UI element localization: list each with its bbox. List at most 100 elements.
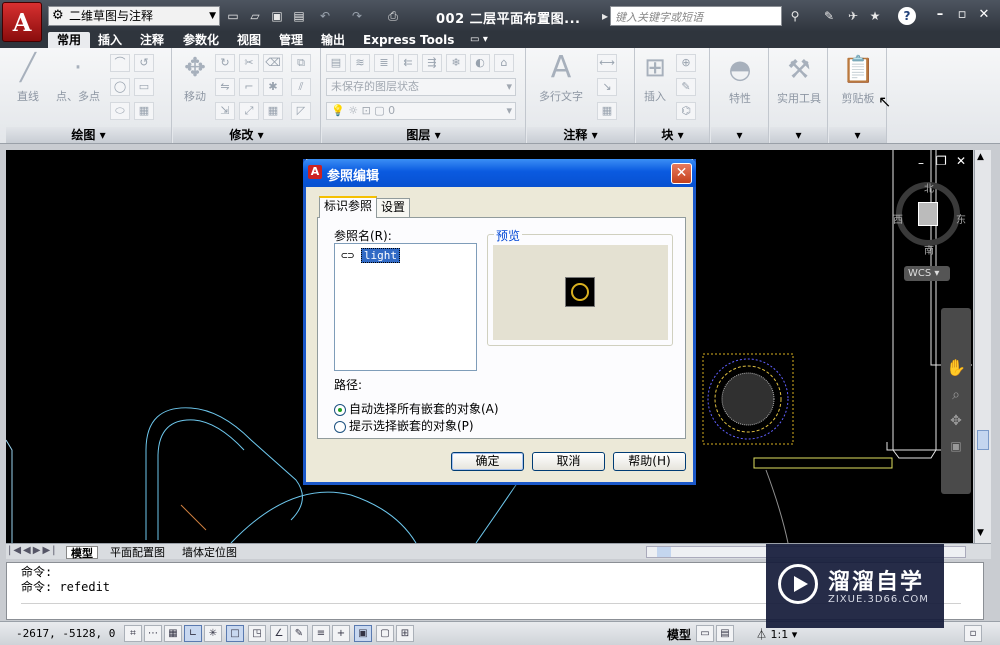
create-block-icon[interactable]: ⊕ xyxy=(676,54,696,72)
circle-icon[interactable]: ◯ xyxy=(110,78,130,96)
tab-nav-arrows[interactable]: |◀◀▶▶| xyxy=(8,545,58,556)
ribbon-options-icon[interactable]: ▭ ▾ xyxy=(470,32,488,48)
ducs-icon[interactable]: ∠ xyxy=(270,625,288,642)
osnap-icon[interactable]: □ xyxy=(226,625,244,642)
app-menu-button[interactable]: A xyxy=(2,2,42,42)
viewcube-south[interactable]: 南 xyxy=(924,242,934,257)
polar-icon[interactable]: ✳ xyxy=(204,625,222,642)
clipboard-button[interactable]: 📋 剪贴板 xyxy=(833,54,883,106)
option-auto-select[interactable]: 自动选择所有嵌套的对象(A) xyxy=(334,400,499,417)
restore-button[interactable]: ▫ xyxy=(952,4,972,26)
current-layer-dropdown[interactable]: 💡 ☼ ⊡ ▢ 0 ▾ xyxy=(326,102,516,120)
panel-block-title[interactable]: 块 ▾ xyxy=(636,127,709,143)
lineweight-icon[interactable]: ≡ xyxy=(312,625,330,642)
layer-properties-icon[interactable]: ▤ xyxy=(326,54,346,72)
pan-icon[interactable]: ✋ xyxy=(941,358,971,377)
otrack-icon[interactable]: ◳ xyxy=(248,625,266,642)
fillet-icon[interactable]: ⌐ xyxy=(239,78,259,96)
minimize-button[interactable]: – xyxy=(930,4,950,26)
snap-mode-icon[interactable]: ⋯ xyxy=(144,625,162,642)
radio-unchecked[interactable] xyxy=(334,420,346,433)
offset-icon[interactable]: ⫽ xyxy=(291,78,311,96)
scroll-down-arrow[interactable]: ▼ xyxy=(977,528,984,538)
viewcube-face[interactable] xyxy=(918,202,938,226)
dyn-input-icon[interactable]: ✎ xyxy=(290,625,308,642)
dialog-close-button[interactable]: ✕ xyxy=(671,163,692,184)
tab-settings[interactable]: 设置 xyxy=(376,198,411,217)
rotate-icon[interactable]: ↻ xyxy=(215,54,235,72)
insert-block-button[interactable]: ⊞ 插入 xyxy=(638,52,672,104)
trim-icon[interactable]: ✂ xyxy=(239,54,259,72)
erase-icon[interactable]: ⌫ xyxy=(263,54,283,72)
viewport-minimize-icon[interactable]: – xyxy=(918,156,924,170)
copy-icon[interactable]: ⧉ xyxy=(291,54,311,72)
panel-utilities-expand[interactable]: ▾ xyxy=(770,127,827,143)
tab-layout-plan[interactable]: 平面配置图 xyxy=(106,546,169,559)
search-input[interactable]: 键入关键字或短语 xyxy=(610,6,782,26)
radio-checked[interactable] xyxy=(334,403,346,416)
help-button[interactable]: 帮助(H) xyxy=(613,452,686,471)
scale-icon[interactable]: ⤢ xyxy=(239,102,259,120)
cancel-button[interactable]: 取消 xyxy=(532,452,605,471)
tab-annotate[interactable]: 注释 xyxy=(140,32,164,48)
star-icon[interactable]: ★ xyxy=(866,7,884,25)
arc-icon[interactable]: ↺ xyxy=(134,54,154,72)
viewport-close-icon[interactable]: ✕ xyxy=(956,154,966,168)
annotation-monitor-icon[interactable]: ⊞ xyxy=(396,625,414,642)
ok-button[interactable]: 确定 xyxy=(451,452,524,471)
new-file-icon[interactable]: ▭ xyxy=(224,7,242,25)
viewcube-east[interactable]: 东 xyxy=(956,211,966,226)
grid-icon[interactable]: ▦ xyxy=(164,625,182,642)
tab-layout-wall[interactable]: 墙体定位图 xyxy=(178,546,241,559)
viewcube-north[interactable]: 北 xyxy=(924,180,934,195)
quick-view-layouts-icon[interactable]: ▭ xyxy=(696,625,714,642)
reference-item[interactable]: ⊂⊃ light xyxy=(341,248,400,264)
tab-home[interactable]: 常用 xyxy=(48,32,91,48)
panel-properties-expand[interactable]: ▾ xyxy=(711,127,768,143)
panel-clipboard-expand[interactable]: ▾ xyxy=(829,127,886,143)
viewport-restore-icon[interactable]: ❐ xyxy=(936,154,947,168)
vertical-scroll-thumb[interactable] xyxy=(977,430,989,450)
showmotion-icon[interactable]: ▣ xyxy=(941,439,971,453)
horizontal-scroll-thumb[interactable] xyxy=(657,547,671,557)
communication-icon[interactable]: ✈ xyxy=(844,7,862,25)
selection-cycling-icon[interactable]: ▢ xyxy=(376,625,394,642)
panel-layers-title[interactable]: 图层 ▾ xyxy=(322,127,525,143)
leader-icon[interactable]: ↘ xyxy=(597,78,617,96)
layer-state-dropdown[interactable]: 未保存的图层状态 ▾ xyxy=(326,78,516,96)
quick-props-icon[interactable]: ▣ xyxy=(354,625,372,642)
polyline-icon[interactable]: ⌒ xyxy=(110,54,130,72)
utilities-button[interactable]: ⚒ 实用工具 xyxy=(774,54,824,106)
layer-isolate-icon[interactable]: ⇶ xyxy=(422,54,442,72)
undo-icon[interactable]: ↶ xyxy=(316,7,334,25)
mtext-button[interactable]: A 多行文字 xyxy=(533,52,589,104)
layer-lock-icon[interactable]: ⌂ xyxy=(494,54,514,72)
tab-express-tools[interactable]: Express Tools xyxy=(363,32,454,48)
binoculars-icon[interactable]: ⚲ xyxy=(786,7,804,25)
stretch-icon[interactable]: ⇲ xyxy=(215,102,235,120)
layer-previous-icon[interactable]: ⇇ xyxy=(398,54,418,72)
array-icon[interactable]: ▦ xyxy=(263,102,283,120)
panel-modify-title[interactable]: 修改 ▾ xyxy=(173,127,320,143)
infer-constraints-icon[interactable]: ⌗ xyxy=(124,625,142,642)
point-button[interactable]: · 点、多点 xyxy=(52,52,104,104)
help-button[interactable]: ? xyxy=(898,7,916,25)
line-button[interactable]: ╱ 直线 xyxy=(10,52,46,104)
tab-model[interactable]: 模型 xyxy=(66,546,98,560)
layer-match-icon[interactable]: ≣ xyxy=(374,54,394,72)
properties-button[interactable]: ◓ 特性 xyxy=(715,54,765,106)
layer-freeze-icon[interactable]: ❄ xyxy=(446,54,466,72)
save-icon[interactable]: ▣ xyxy=(268,7,286,25)
layer-off-icon[interactable]: ◐ xyxy=(470,54,490,72)
hatch-icon[interactable]: ▦ xyxy=(134,102,154,120)
explode-icon[interactable]: ✱ xyxy=(263,78,283,96)
clean-screen-icon[interactable]: ▫ xyxy=(964,625,982,642)
edit-block-icon[interactable]: ✎ xyxy=(676,78,696,96)
wrench-icon[interactable]: ✎ xyxy=(820,7,838,25)
print-icon[interactable]: ⎙ xyxy=(384,7,402,25)
option-prompt-select[interactable]: 提示选择嵌套的对象(P) xyxy=(334,417,474,434)
open-folder-icon[interactable]: ▱ xyxy=(246,7,264,25)
attribute-icon[interactable]: ⌬ xyxy=(676,102,696,120)
chamfer-icon[interactable]: ◸ xyxy=(291,102,311,120)
vertical-scrollbar[interactable]: ▲ ▼ xyxy=(974,150,991,543)
